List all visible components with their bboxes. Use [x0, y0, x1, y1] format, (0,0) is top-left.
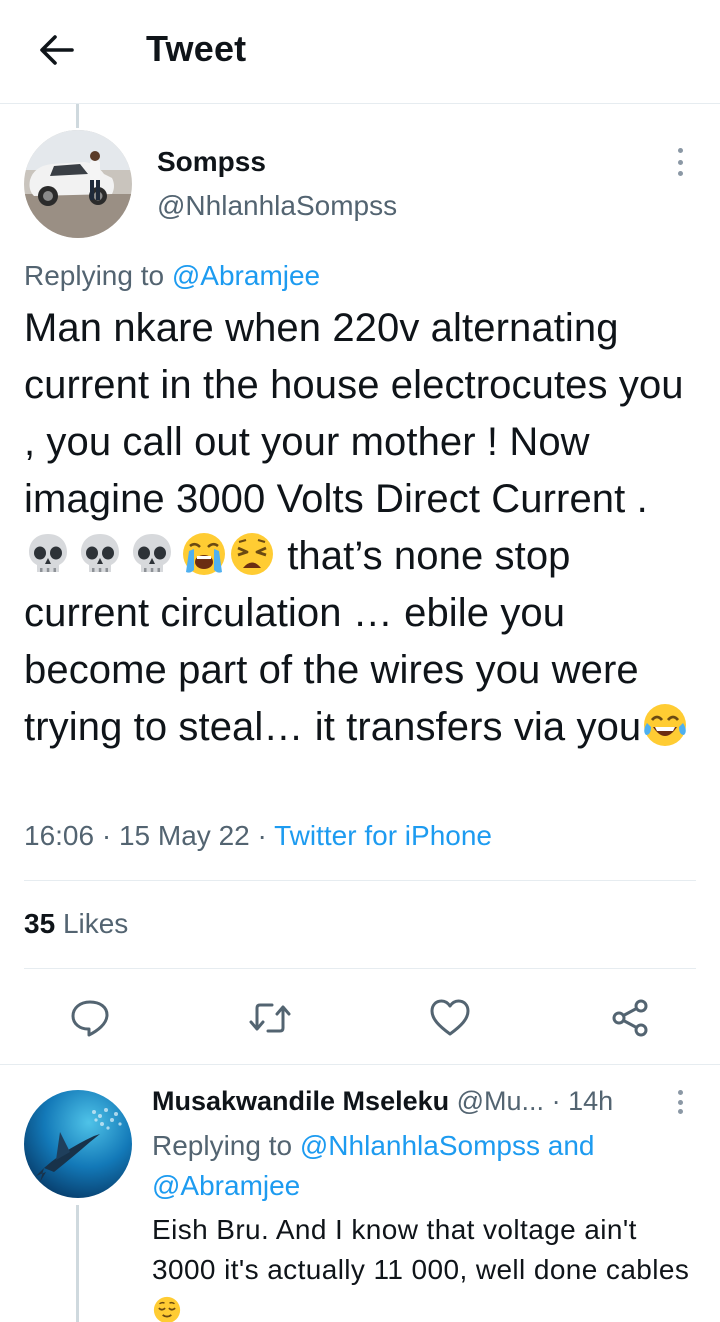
- relieved-face-icon: [152, 1295, 182, 1322]
- more-dot-icon: [677, 1090, 683, 1095]
- reply-replying-to: Replying to @NhlanhlaSompss and @Abramje…: [152, 1126, 652, 1206]
- author-name[interactable]: Sompss: [157, 146, 266, 178]
- mention-link[interactable]: @Abramjee: [152, 1170, 300, 1201]
- tweet-time: 16:06: [24, 820, 95, 851]
- reply-time: 14h: [568, 1086, 614, 1116]
- meta-separator: ·: [101, 820, 119, 851]
- reply-more-options-button[interactable]: [670, 1088, 690, 1116]
- reply-header: Musakwandile Mseleku @Mu... · 14h: [152, 1086, 672, 1117]
- heart-icon: [430, 999, 470, 1036]
- mention-link[interactable]: @NhlanhlaSompss: [300, 1130, 540, 1161]
- reply-button[interactable]: [66, 994, 114, 1042]
- more-dot-icon: [677, 1109, 683, 1114]
- more-dot-icon: [677, 171, 683, 176]
- more-dot-icon: [677, 159, 683, 165]
- skull-emoji-icon: [76, 530, 124, 578]
- mention-link[interactable]: @Abramjee: [172, 260, 320, 291]
- replying-and: and: [547, 1130, 595, 1161]
- weary-face-icon: [228, 530, 276, 578]
- share-button[interactable]: [606, 994, 654, 1042]
- reply-icon: [71, 1000, 109, 1037]
- share-icon: [612, 999, 648, 1037]
- avatar-photo: [24, 130, 132, 238]
- tweet-meta: 16:06 · 15 May 22 · Twitter for iPhone: [24, 820, 492, 852]
- likes-label: Likes: [62, 908, 129, 939]
- section-divider: [0, 1064, 720, 1065]
- author-avatar[interactable]: [24, 130, 132, 238]
- tweet-text: Man nkare when 220v alternating current …: [24, 300, 704, 756]
- retweet-button[interactable]: [246, 994, 294, 1042]
- thread-connector-bottom: [76, 1205, 79, 1322]
- face-with-tears-of-joy-icon: [641, 701, 689, 749]
- replying-to: Replying to @Abramjee: [24, 260, 320, 292]
- author-handle[interactable]: @NhlanhlaSompss: [157, 190, 397, 222]
- arrow-left-icon: [40, 35, 74, 65]
- divider: [24, 968, 696, 969]
- reply-author-avatar[interactable]: [24, 1090, 132, 1198]
- replying-prefix: Replying to: [24, 260, 165, 291]
- like-button[interactable]: [426, 994, 474, 1042]
- reply-author-name[interactable]: Musakwandile Mseleku: [152, 1086, 449, 1116]
- meta-separator: ·: [257, 820, 275, 851]
- loudly-crying-face-icon: [180, 530, 228, 578]
- skull-emoji-icon: [24, 530, 72, 578]
- back-button[interactable]: [34, 30, 78, 70]
- top-bar: Tweet: [0, 0, 720, 104]
- avatar-photo: [24, 1090, 132, 1198]
- more-dot-icon: [677, 148, 683, 153]
- tweet-date: 15 May 22: [118, 820, 250, 851]
- tweet-text-part1: Man nkare when 220v alternating current …: [24, 306, 684, 521]
- likes-count[interactable]: 35 Likes: [24, 908, 128, 940]
- more-dot-icon: [677, 1099, 683, 1105]
- thread-connector-top: [76, 104, 79, 128]
- reply-text-body: Eish Bru. And I know that voltage ain't …: [152, 1214, 690, 1285]
- more-options-button[interactable]: [670, 146, 690, 178]
- reply-separator: ·: [551, 1086, 561, 1116]
- likes-number: 35: [24, 908, 56, 939]
- reply-text: Eish Bru. And I know that voltage ain't …: [152, 1210, 692, 1322]
- replying-prefix: Replying to: [152, 1130, 293, 1161]
- divider: [24, 880, 696, 881]
- skull-emoji-icon: [128, 530, 176, 578]
- tweet-source-link[interactable]: Twitter for iPhone: [274, 820, 492, 851]
- retweet-icon: [249, 1003, 291, 1033]
- reply-author-handle[interactable]: @Mu...: [457, 1086, 544, 1116]
- page-title: Tweet: [146, 28, 247, 69]
